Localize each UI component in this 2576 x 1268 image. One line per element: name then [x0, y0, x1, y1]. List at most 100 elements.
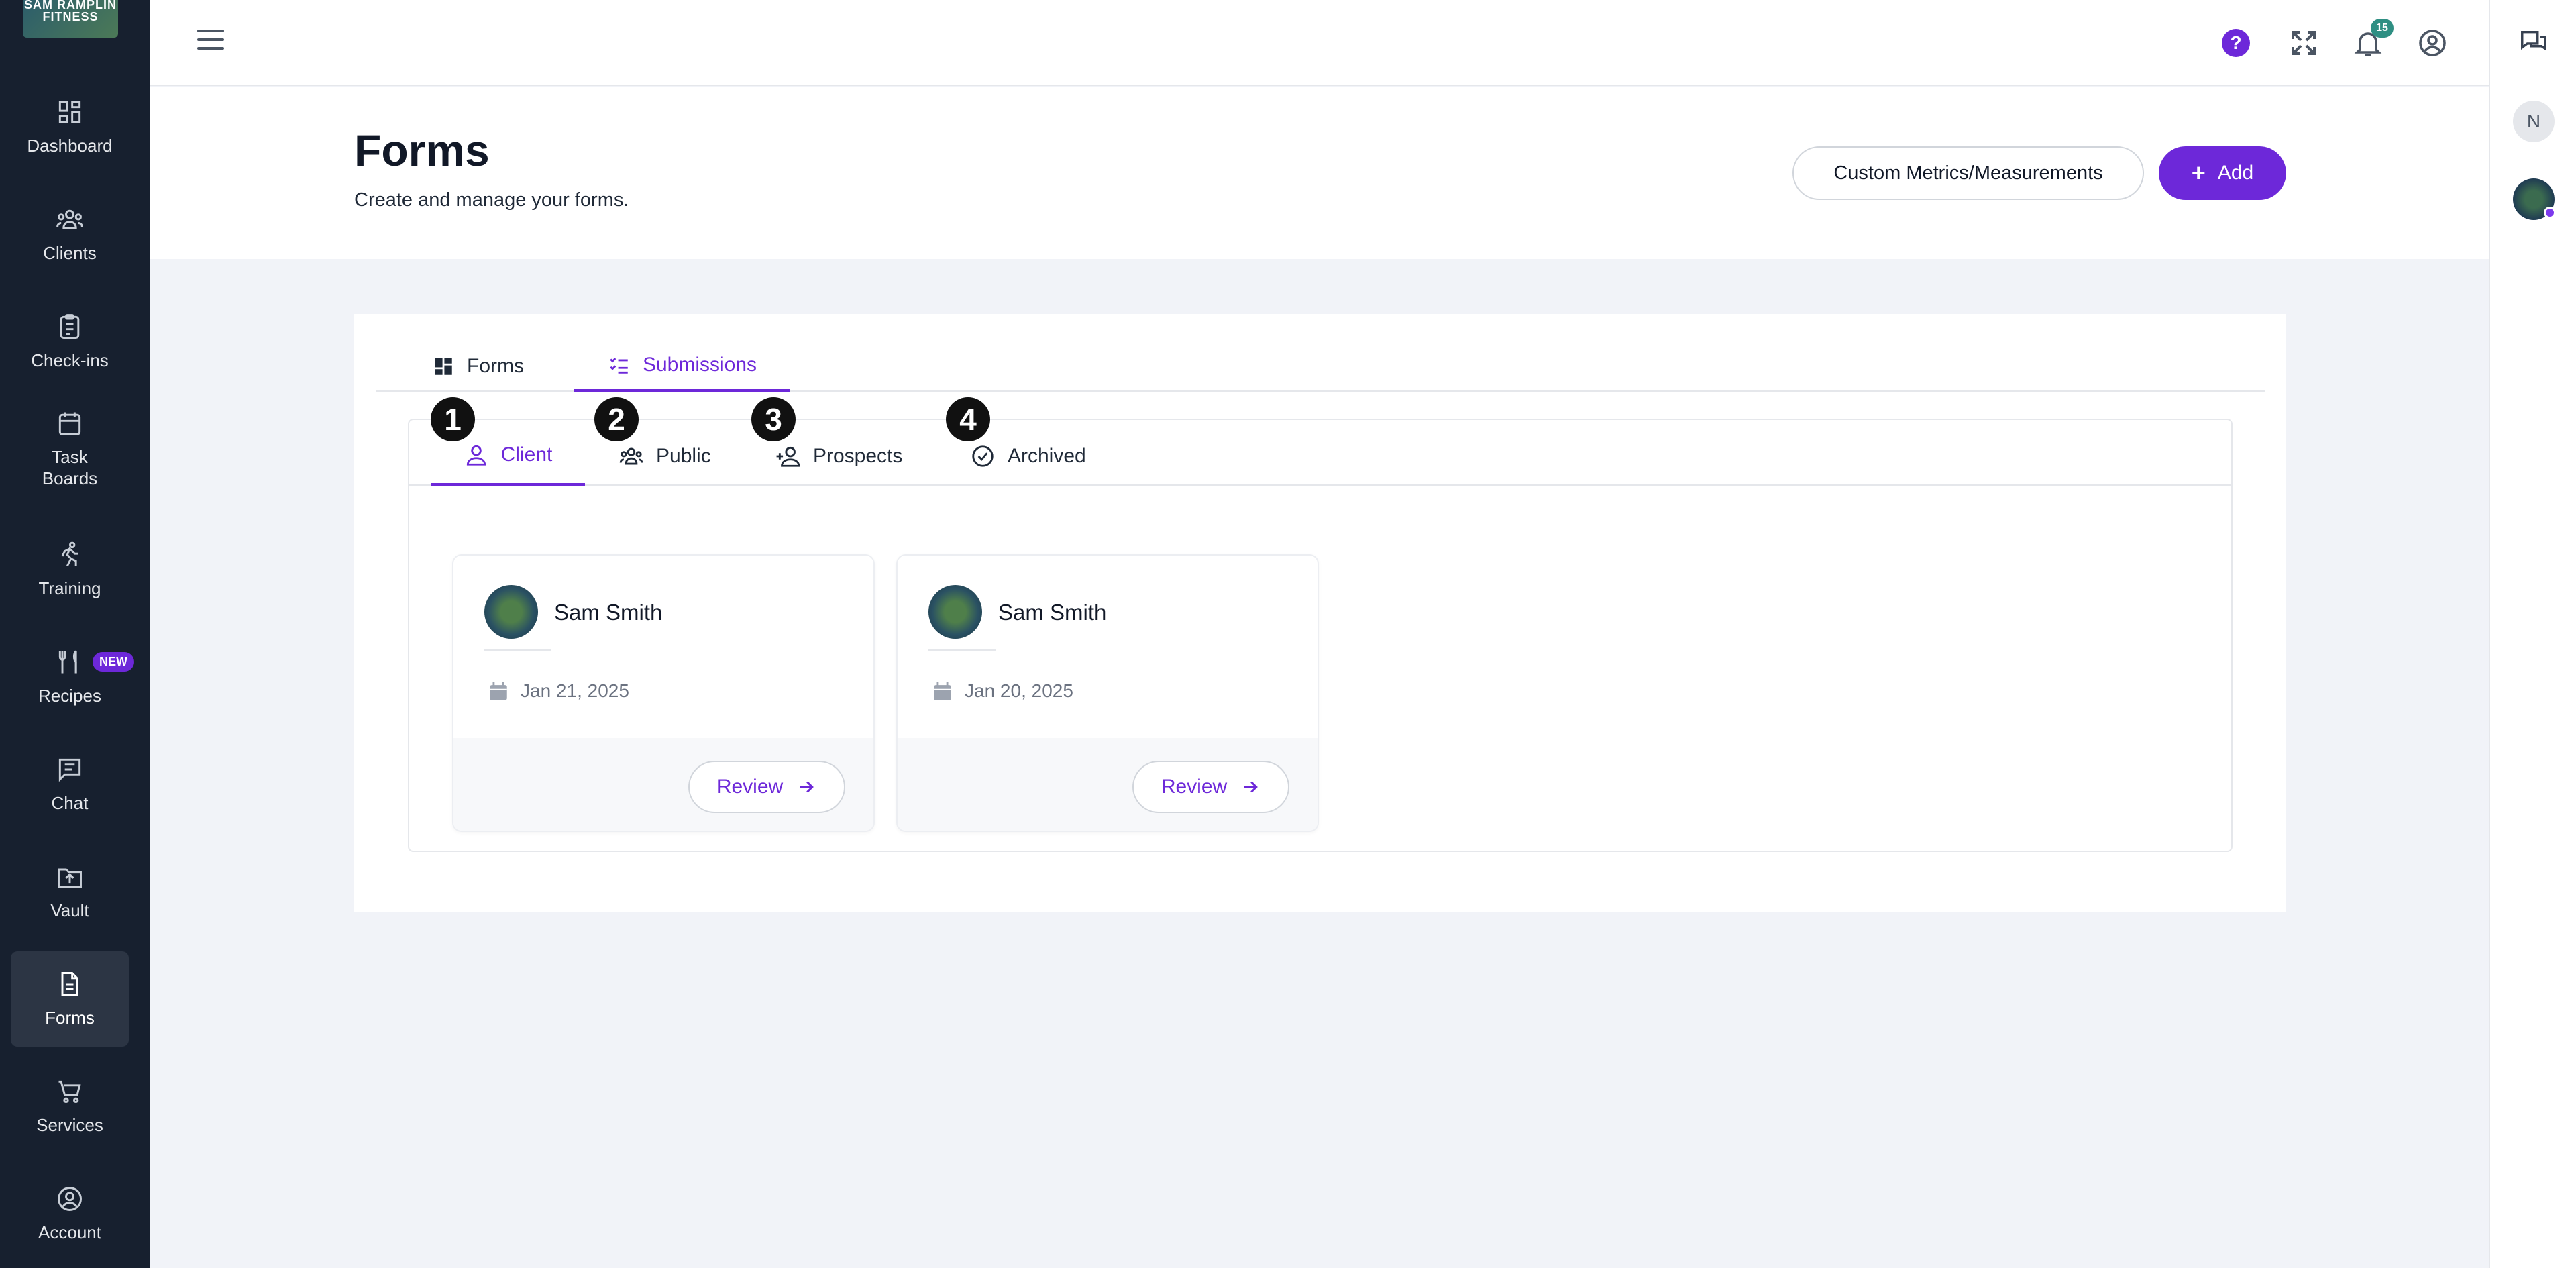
subtab-prospects[interactable]: 3 Prospects	[751, 397, 903, 486]
calendar-icon	[58, 412, 81, 435]
group-icon	[619, 447, 643, 465]
tab-submissions[interactable]: Submissions	[574, 341, 790, 392]
plus-icon: +	[2191, 159, 2206, 187]
check-circle-icon	[972, 445, 994, 467]
sidebar-item-label: Vault	[50, 900, 89, 920]
bell-icon[interactable]: 15	[2352, 19, 2394, 59]
checklist-icon	[610, 358, 628, 374]
sidebar-item-dashboard[interactable]: Dashboard	[11, 79, 129, 174]
add-button[interactable]: + Add	[2159, 146, 2286, 200]
right-rail: N	[2489, 0, 2576, 1268]
subtab-public[interactable]: 2 Public	[594, 397, 711, 486]
sidebar-item-chat[interactable]: Chat	[11, 737, 129, 832]
submission-subtabs: 1 Client 2 Public 3 Prospects 4 Archived	[409, 397, 2231, 486]
sidebar-item-label: Task Boards	[42, 446, 98, 489]
submission-card: Sam Smith Jan 20, 2025 Review	[896, 554, 1319, 832]
sidebar-item-account[interactable]: Account	[11, 1166, 129, 1261]
menu-icon[interactable]	[197, 30, 224, 56]
main-tabs: Forms Submissions	[376, 341, 2265, 392]
subtab-label: Prospects	[813, 445, 903, 467]
running-icon	[61, 541, 78, 566]
review-button-label: Review	[716, 776, 784, 798]
divider	[928, 649, 996, 651]
sidebar-item-label: Training	[38, 578, 101, 598]
top-bar: ? 15	[150, 0, 2489, 86]
new-badge: NEW	[93, 652, 134, 672]
sidebar-item-label: Account	[38, 1222, 101, 1243]
client-avatar[interactable]	[2513, 178, 2556, 220]
profile-icon[interactable]	[2416, 27, 2449, 59]
client-name: Sam Smith	[998, 600, 1107, 625]
review-button[interactable]: Review	[1132, 761, 1289, 813]
sidebar-item-task-boards[interactable]: Task Boards	[11, 401, 129, 496]
user-circle-icon	[58, 1186, 82, 1211]
review-button-label: Review	[1161, 776, 1228, 798]
sidebar-item-label: Clients	[43, 242, 97, 263]
sidebar-item-label: Chat	[51, 792, 89, 813]
subtab-client[interactable]: 1 Client	[431, 397, 585, 486]
logo-text: SAM RAMPLIN FITNESS	[24, 0, 117, 23]
forms-panel: Forms Submissions 1 Client 2 Public 3 Pr…	[354, 314, 2286, 912]
submissions-panel: 1 Client 2 Public 3 Prospects 4 Archived	[408, 397, 2233, 852]
step-number-badge: 1	[431, 397, 475, 441]
page-header: Forms Create and manage your forms. Cust…	[150, 87, 2489, 259]
submission-date: Jan 20, 2025	[965, 680, 1073, 701]
subtab-label: Archived	[1008, 445, 1086, 467]
sidebar-item-label: Dashboard	[27, 135, 113, 156]
tab-forms[interactable]: Forms	[427, 341, 529, 392]
page-subtitle: Create and manage your forms.	[354, 189, 629, 211]
left-sidebar: SAM RAMPLIN FITNESS Dashboard Clients Ch…	[0, 0, 150, 1268]
divider	[484, 649, 551, 651]
upload-folder-icon	[58, 868, 82, 888]
custom-metrics-button[interactable]: Custom Metrics/Measurements	[1792, 146, 2144, 200]
tab-label: Forms	[467, 355, 524, 377]
clipboard-icon	[60, 313, 80, 339]
step-number-badge: 4	[946, 397, 990, 441]
user-icon	[466, 445, 486, 466]
cart-icon	[58, 1080, 81, 1103]
calendar-icon	[934, 682, 951, 700]
arrow-right-icon	[800, 781, 814, 793]
conversations-icon[interactable]	[2517, 27, 2551, 58]
utensils-icon	[58, 650, 77, 674]
grid-icon	[435, 358, 452, 375]
sidebar-item-clients[interactable]: Clients	[11, 187, 129, 282]
calendar-icon	[490, 682, 507, 700]
user-initial-avatar[interactable]: N	[2513, 101, 2555, 142]
subtab-label: Client	[500, 443, 553, 466]
sidebar-item-forms[interactable]: Forms	[11, 951, 129, 1047]
user-plus-icon	[776, 446, 800, 467]
client-name: Sam Smith	[554, 600, 663, 625]
step-number-badge: 3	[751, 397, 796, 441]
notification-count-badge: 15	[2371, 19, 2394, 38]
fullscreen-icon[interactable]	[2288, 27, 2320, 59]
subtab-archived[interactable]: 4 Archived	[946, 397, 1086, 486]
submission-date: Jan 21, 2025	[521, 680, 629, 701]
sidebar-item-check-ins[interactable]: Check-ins	[11, 294, 129, 389]
help-icon[interactable]: ?	[2222, 29, 2250, 57]
tab-label: Submissions	[642, 354, 757, 376]
help-glyph: ?	[2230, 32, 2242, 53]
subtab-label: Public	[656, 445, 711, 467]
sidebar-item-services[interactable]: Services	[11, 1059, 129, 1154]
brand-logo[interactable]: SAM RAMPLIN FITNESS	[23, 0, 118, 38]
sidebar-item-label: Recipes	[38, 685, 101, 706]
page-title: Forms	[354, 125, 490, 175]
review-button[interactable]: Review	[688, 761, 845, 813]
sidebar-item-recipes[interactable]: Recipes NEW	[11, 629, 134, 725]
arrow-right-icon	[1244, 781, 1258, 793]
online-status-dot	[2544, 207, 2556, 219]
sidebar-item-label: Forms	[45, 1007, 95, 1028]
chat-icon	[58, 758, 81, 782]
clients-icon	[56, 209, 83, 229]
client-avatar	[928, 585, 982, 639]
add-button-label: Add	[2217, 162, 2254, 184]
step-number-badge: 2	[594, 397, 639, 441]
client-avatar	[484, 585, 538, 639]
sidebar-item-vault[interactable]: Vault	[11, 844, 129, 939]
dashboard-icon	[58, 101, 81, 123]
sidebar-item-label: Services	[36, 1114, 103, 1135]
submission-card: Sam Smith Jan 21, 2025 Review	[452, 554, 875, 832]
sidebar-item-training[interactable]: Training	[11, 522, 129, 617]
sidebar-item-label: Check-ins	[31, 350, 109, 370]
